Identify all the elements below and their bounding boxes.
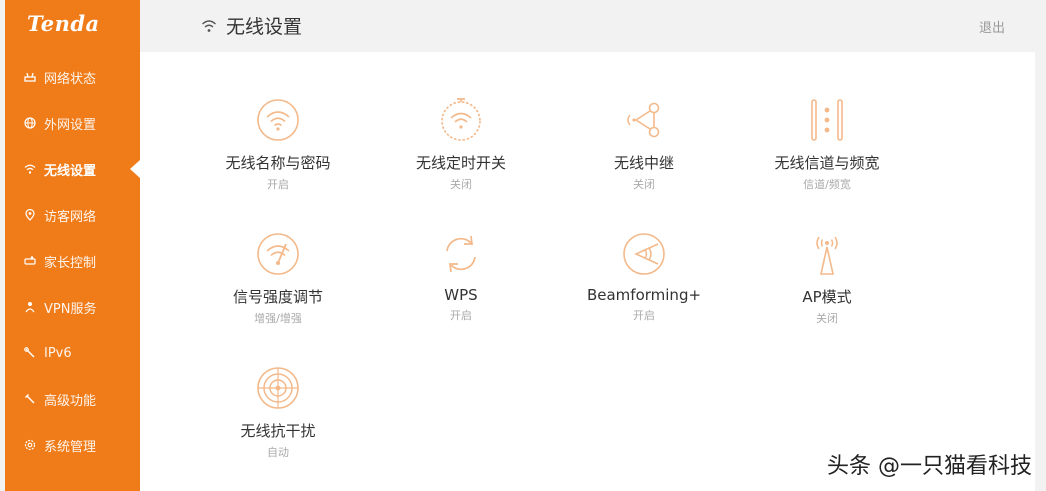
sidebar-item-label: 系统管理 [44, 439, 97, 455]
tile-label: 信号强度调节 [232, 288, 323, 306]
page-title: 无线设置 [201, 12, 302, 39]
page-title-text: 无线设置 [226, 16, 303, 38]
tile-beamforming[interactable]: Beamforming+ 开启 [559, 231, 729, 323]
tile-wireless-relay[interactable]: 无线中继 关闭 [559, 97, 729, 192]
sidebar-item-label: 无线设置 [44, 163, 97, 179]
sidebar-item-ipv6[interactable]: IPv6 [5, 335, 140, 371]
tile-status: 关闭 [816, 312, 838, 325]
sidebar-item-wan-settings[interactable]: 外网设置 [5, 105, 140, 141]
sidebar-item-network-status[interactable]: 网络状态 [5, 59, 140, 95]
tile-label: 无线抗干扰 [240, 422, 316, 440]
tile-wireless-channel-bandwidth[interactable]: 无线信道与频宽 信道/频宽 [742, 97, 912, 192]
anti-interference-icon [257, 367, 299, 409]
wifi-icon [24, 163, 36, 175]
tile-status: 开启 [633, 309, 655, 322]
gear-icon [24, 439, 36, 451]
tools-icon [24, 393, 36, 405]
tile-label: WPS [444, 286, 478, 304]
watermark-text: 头条 @一只猫看科技 [827, 454, 1032, 479]
logout-link[interactable]: 退出 [979, 17, 1005, 36]
ap-tower-icon [816, 236, 838, 275]
tenda-logo: Tenda [27, 11, 100, 36]
tile-wps[interactable]: WPS 开启 [376, 231, 546, 323]
router-icon [24, 71, 36, 83]
wifi-circle-icon [257, 99, 299, 141]
tile-status: 关闭 [450, 178, 472, 191]
wifi-icon [202, 19, 216, 32]
tile-label: 无线定时开关 [415, 154, 506, 172]
channel-icon [811, 99, 843, 141]
sidebar-item-label: 访客网络 [44, 209, 97, 225]
signal-strength-icon [257, 233, 299, 275]
page-header: 无线设置 退出 [140, 0, 1035, 52]
sidebar-item-label: 外网设置 [44, 117, 97, 133]
tile-signal-strength[interactable]: 信号强度调节 增强/增强 [193, 231, 363, 326]
tile-label: 无线中继 [613, 154, 674, 172]
tile-anti-interference[interactable]: 无线抗干扰 自动 [193, 365, 363, 460]
parental-icon [24, 255, 36, 267]
wireless-settings-panel: 无线名称与密码 开启 无线定时开关 关闭 无线中继 关闭 无线信道与频宽 信道/… [140, 52, 1035, 491]
wps-icon [446, 235, 476, 273]
wifi-timer-icon [441, 98, 481, 141]
beamforming-icon [623, 233, 665, 275]
sidebar-item-parental-control[interactable]: 家长控制 [5, 243, 140, 279]
sidebar-item-label: IPv6 [44, 345, 72, 361]
sidebar-item-label: 网络状态 [44, 71, 97, 87]
tile-status: 开启 [267, 178, 289, 191]
sidebar: Tenda 网络状态 外网设置 无线设置 访客网络 家长控制 VPN服务 IPv… [5, 0, 140, 491]
tile-status: 信道/频宽 [803, 178, 851, 191]
sidebar-item-label: 高级功能 [44, 393, 97, 409]
tile-label: 无线名称与密码 [225, 154, 331, 172]
sidebar-item-system-management[interactable]: 系统管理 [5, 427, 140, 463]
tile-label: 无线信道与频宽 [774, 154, 880, 172]
sidebar-item-advanced[interactable]: 高级功能 [5, 381, 140, 417]
sidebar-item-vpn-service[interactable]: VPN服务 [5, 289, 140, 325]
active-indicator [130, 160, 140, 178]
sidebar-item-wireless-settings[interactable]: 无线设置 [5, 151, 140, 187]
tile-wireless-name-password[interactable]: 无线名称与密码 开启 [193, 97, 363, 192]
wrench-icon [24, 347, 36, 359]
tile-ap-mode[interactable]: AP模式 关闭 [742, 231, 912, 326]
tile-label: Beamforming+ [586, 286, 702, 304]
vpn-icon [24, 301, 36, 313]
sidebar-item-guest-network[interactable]: 访客网络 [5, 197, 140, 233]
sidebar-item-label: VPN服务 [44, 301, 97, 317]
tile-status: 自动 [267, 446, 289, 459]
tile-status: 增强/增强 [254, 312, 302, 325]
relay-icon [627, 102, 660, 138]
tile-label: AP模式 [802, 288, 852, 306]
tile-wireless-timer[interactable]: 无线定时开关 关闭 [376, 97, 546, 192]
sidebar-item-label: 家长控制 [44, 255, 97, 271]
globe-icon [24, 117, 36, 129]
tile-status: 关闭 [633, 178, 655, 191]
location-pin-icon [24, 209, 36, 221]
tile-status: 开启 [450, 309, 472, 322]
